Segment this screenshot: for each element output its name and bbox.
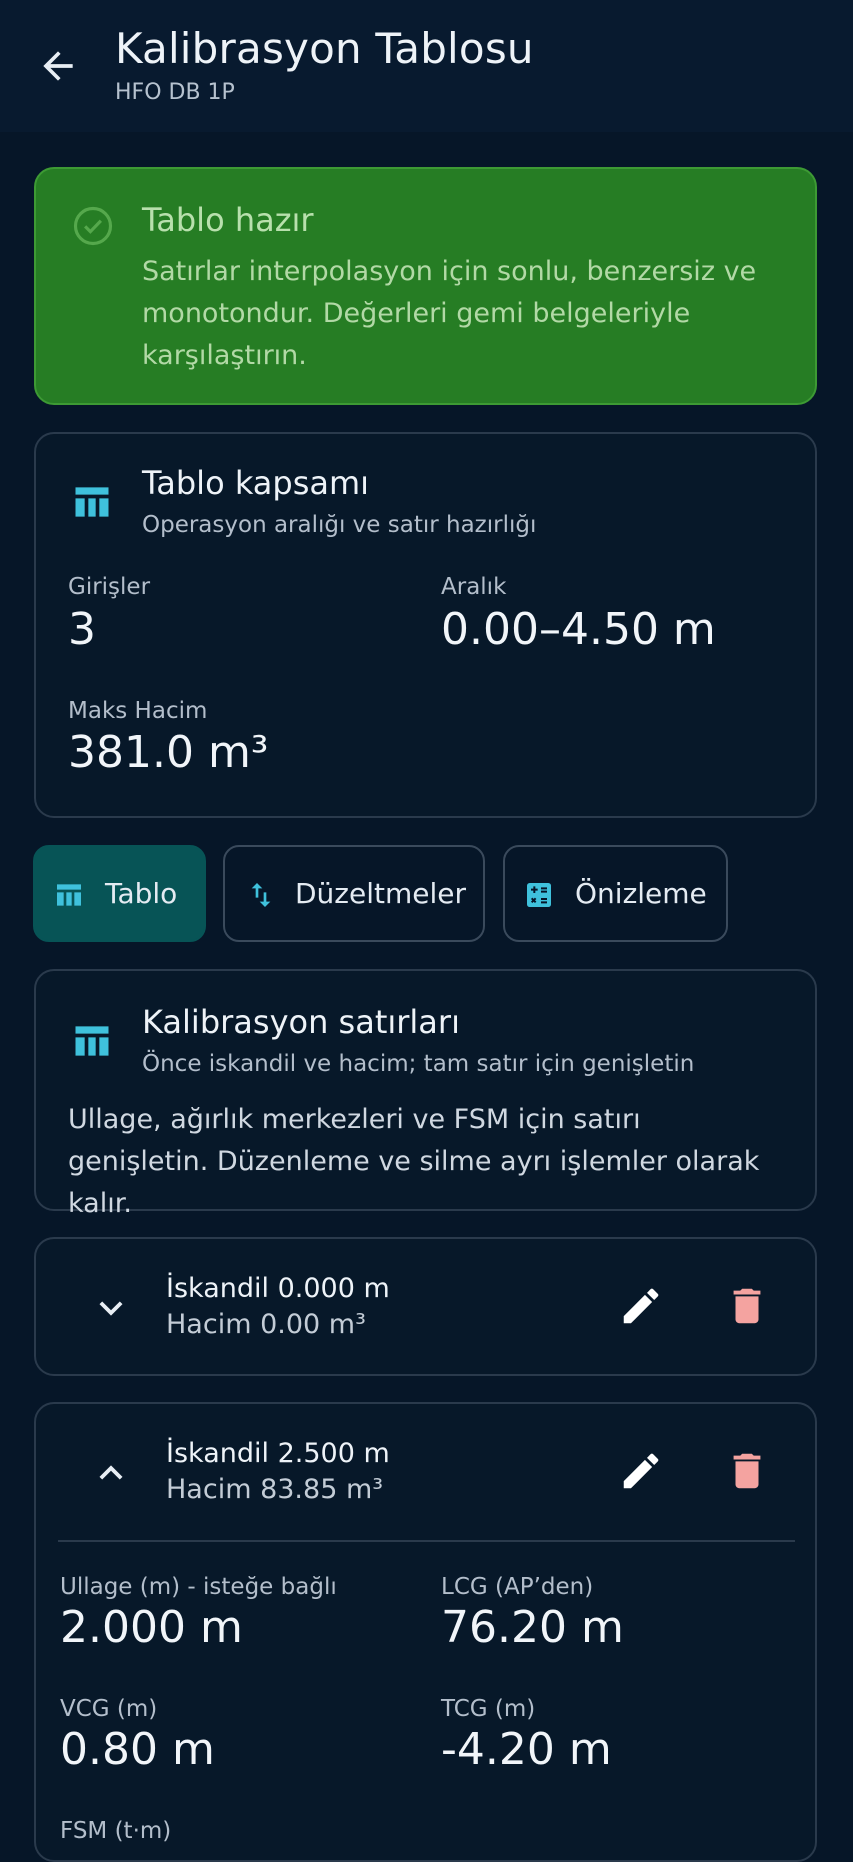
edit-icon[interactable] [618, 1283, 664, 1329]
rows-info-card: Kalibrasyon satırları Önce iskandil ve h… [34, 969, 817, 1219]
calculate-icon [523, 879, 555, 911]
status-title: Tablo hazır [142, 201, 314, 239]
rows-card-title: Kalibrasyon satırları [142, 1003, 460, 1041]
vcg-value: 0.80 m [60, 1724, 215, 1775]
chevron-up-icon[interactable] [88, 1450, 134, 1496]
status-banner: Tablo hazır Satırlar interpolasyon için … [34, 167, 817, 405]
ullage-value: 2.000 m [60, 1602, 243, 1653]
delete-icon[interactable] [724, 1448, 770, 1494]
check-circle-icon [72, 205, 114, 247]
entries-value: 3 [68, 604, 96, 655]
table-icon [70, 1019, 114, 1063]
tab-corrections[interactable]: Düzeltmeler [223, 845, 485, 942]
edit-icon[interactable] [618, 1448, 664, 1494]
back-arrow-icon[interactable] [36, 44, 80, 88]
table-row[interactable]: İskandil 2.500 m Hacim 83.85 m³ Ullage (… [34, 1402, 817, 1862]
table-icon [53, 879, 85, 911]
coverage-title: Tablo kapsamı [142, 464, 370, 502]
tab-corrections-label: Düzeltmeler [295, 877, 467, 910]
tab-table[interactable]: Tablo [33, 845, 206, 942]
coverage-card: Tablo kapsamı Operasyon aralığı ve satır… [34, 432, 817, 818]
row-volume: Hacim 83.85 m³ [166, 1474, 384, 1505]
rows-card-body: Ullage, ağırlık merkezleri ve FSM için s… [68, 1104, 760, 1219]
tcg-label: TCG (m) [441, 1696, 536, 1722]
page-subtitle: HFO DB 1P [115, 80, 235, 105]
table-row[interactable]: İskandil 0.000 m Hacim 0.00 m³ [34, 1237, 817, 1376]
tab-table-label: Tablo [105, 877, 178, 910]
rows-card-subtitle: Önce iskandil ve hacim; tam satır için g… [142, 1051, 695, 1077]
max-volume-value: 381.0 m³ [68, 727, 269, 778]
row-sounding: İskandil 2.500 m [166, 1438, 390, 1469]
status-body: Satırlar interpolasyon için sonlu, benze… [142, 256, 757, 371]
tab-preview-label: Önizleme [575, 877, 707, 910]
top-app-bar: Kalibrasyon Tablosu HFO DB 1P [0, 0, 853, 132]
ullage-label: Ullage (m) - isteğe bağlı [60, 1574, 337, 1600]
lcg-label: LCG (AP’den) [441, 1574, 594, 1600]
tcg-value: -4.20 m [441, 1724, 612, 1775]
row-sounding: İskandil 0.000 m [166, 1273, 390, 1304]
max-volume-label: Maks Hacim [68, 698, 208, 724]
range-value: 0.00–4.50 m [441, 604, 716, 655]
table-icon [70, 480, 114, 524]
coverage-subtitle: Operasyon aralığı ve satır hazırlığı [142, 512, 537, 538]
swap-vert-icon [245, 879, 277, 911]
delete-icon[interactable] [724, 1283, 770, 1329]
chevron-down-icon[interactable] [88, 1285, 134, 1331]
fsm-label: FSM (t·m) [60, 1818, 172, 1844]
lcg-value: 76.20 m [441, 1602, 624, 1653]
tab-preview[interactable]: Önizleme [503, 845, 728, 942]
row-volume: Hacim 0.00 m³ [166, 1309, 366, 1340]
entries-label: Girişler [68, 574, 151, 600]
page-title: Kalibrasyon Tablosu [115, 24, 534, 73]
divider [58, 1540, 795, 1542]
range-label: Aralık [441, 574, 507, 600]
vcg-label: VCG (m) [60, 1696, 158, 1722]
